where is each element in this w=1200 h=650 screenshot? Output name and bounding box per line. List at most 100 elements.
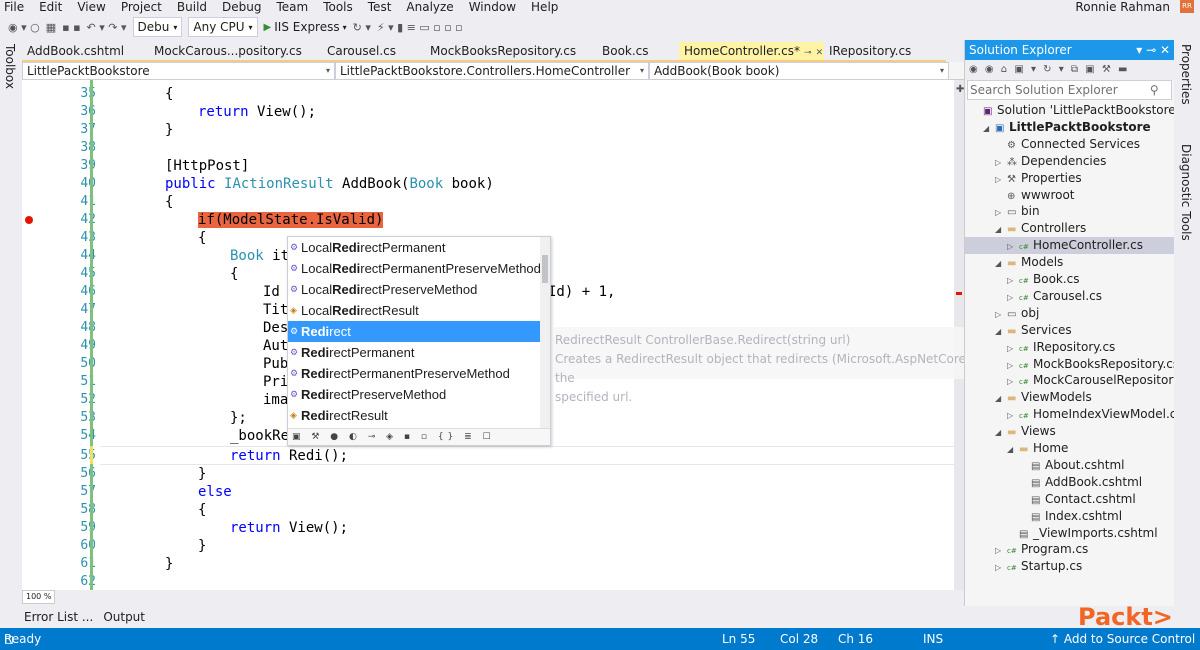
completion-item[interactable]: ⚙ LocalRedirectPreserveMethod [288,279,540,300]
tree-node[interactable]: ◢ ▣ LittlePacktBookstore [983,119,1151,136]
tree-node[interactable]: ▤ AddBook.cshtml [1019,474,1142,491]
run-button[interactable]: ▶ IIS Express ▾ [264,20,347,34]
tab-carousel[interactable]: Carousel.cs [322,42,425,60]
collapsed-arrow-icon[interactable]: ▷ [1007,357,1019,374]
panel-controls-icon[interactable]: ▾ ⊸ ✕ [1136,40,1170,60]
menu-debug[interactable]: Debug [222,0,261,14]
code-editor[interactable]: 35 36 37 38 39 40 41 42 43 44 45 46 47 4… [22,80,964,590]
collapsed-arrow-icon[interactable]: ▷ [995,559,1007,576]
completion-item[interactable]: ◈ LocalRedirectResult [288,300,540,321]
add-to-source-control-button[interactable]: ↑ Add to Source Control ▴ [1050,628,1200,650]
save-icon[interactable]: ▪ ▪ [62,21,80,34]
collapsed-arrow-icon[interactable]: ▷ [1007,373,1019,390]
intellisense-popup[interactable]: ⚙ LocalRedirectPermanent ⚙ LocalRedirectPe… [287,236,551,446]
error-marker[interactable] [956,292,962,295]
tree-node[interactable]: ▷ c# HomeController.cs [965,237,1174,255]
expanded-arrow-icon[interactable]: ◢ [995,323,1007,340]
collapsed-arrow-icon[interactable]: ▷ [995,204,1007,221]
tree-node[interactable]: ⊕ wwwroot [995,187,1075,204]
completion-item-selected[interactable]: ⚙ Redirect [288,321,540,342]
back-icon[interactable]: ◉ ▾ ○ [8,21,40,34]
collapsed-arrow-icon[interactable]: ▷ [995,171,1007,188]
expanded-arrow-icon[interactable]: ◢ [995,390,1007,407]
completion-item[interactable]: ⚙ RedirectPreserveMethod [288,384,540,405]
pin-icon[interactable]: ⊸ [804,48,812,58]
menu-build[interactable]: Build [177,0,207,14]
diagnostic-tools-tab[interactable]: Diagnostic Tools [1179,144,1193,241]
tree-node[interactable]: ◢ ▬ Controllers [995,220,1086,237]
tree-node[interactable]: ◢ ▬ ViewModels [995,389,1092,406]
completion-item[interactable]: ⚙ RedirectPermanent [288,342,540,363]
tree-node[interactable]: ◢ ▬ Home [1007,440,1068,457]
menu-help[interactable]: Help [531,0,558,14]
expanded-arrow-icon[interactable]: ◢ [983,120,995,137]
tab-irepository[interactable]: IRepository.cs [824,42,934,60]
tree-node[interactable]: ▣ Solution 'LittlePacktBookstore' (1 pr [971,102,1174,119]
completion-item[interactable]: ◈ RedirectResult [288,405,540,426]
tree-node[interactable]: ◢ ▬ Views [995,423,1056,440]
properties-tab[interactable]: Properties [1179,44,1193,105]
tab-homecontroller[interactable]: HomeController.cs* ⊸ ✕ [679,42,824,60]
tree-node[interactable]: ▤ _ViewImports.cshtml [1007,525,1158,542]
class-dropdown[interactable]: LittlePacktBookstore.Controllers.HomeCon… [335,62,649,80]
undo-icon[interactable]: ↶ ▾ ↷ ▾ [87,21,127,34]
collapsed-arrow-icon[interactable]: ▷ [995,306,1007,323]
menu-tools[interactable]: Tools [323,0,353,14]
tree-node[interactable]: ◢ ▬ Services [995,322,1072,339]
tab-error-list[interactable]: Error List ... [24,606,93,628]
tree-node[interactable]: ▷ c# Book.cs [1007,271,1080,288]
expanded-arrow-icon[interactable]: ◢ [1007,441,1019,458]
completion-item[interactable]: ⚙ RedirectPermanentPreserveMethod [288,363,540,384]
member-dropdown[interactable]: AddBook(Book book) ▾ [649,62,949,80]
tree-node[interactable]: ▤ Contact.cshtml [1019,491,1136,508]
user-avatar[interactable]: RR [1180,0,1194,13]
menu-analyze[interactable]: Analyze [406,0,453,14]
close-icon[interactable]: ✕ [816,48,824,58]
menu-window[interactable]: Window [469,0,516,14]
solution-explorer-toolbar[interactable]: ◉ ◉ ⌂ ▣ ▾ ↻ ▾ ⧉ ▣ ⚒ ▬ [965,60,1174,80]
tab-mockcarousel[interactable]: MockCarous...pository.cs [149,42,322,60]
menu-project[interactable]: Project [121,0,162,14]
completion-item[interactable]: ⚙ LocalRedirectPermanent [288,237,540,258]
misc-toolbar-icons[interactable]: ⚡ ▾ ▮ ≡ ▭ ▫ ▫ ▫ [377,21,463,34]
tree-node[interactable]: ▷ c# HomeIndexViewModel.cs [1007,406,1174,423]
completion-item[interactable]: ⚙ LocalRedirectPermanentPreserveMethod [288,258,541,279]
tree-node[interactable]: ▷ ▭ bin [995,203,1040,220]
tree-node[interactable]: ▷ c# Program.cs [995,541,1088,558]
collapsed-arrow-icon[interactable]: ▷ [1007,238,1019,255]
completion-scrollbar[interactable] [540,237,550,428]
user-name[interactable]: Ronnie Rahman [1075,0,1170,14]
menu-test[interactable]: Test [368,0,392,14]
tree-node[interactable]: ▷ c# MockBooksRepository.cs [1007,356,1174,373]
expanded-arrow-icon[interactable]: ◢ [995,424,1007,441]
collapsed-arrow-icon[interactable]: ▷ [995,542,1007,559]
tree-node[interactable]: ▷ ⁂ Dependencies [995,153,1106,170]
tab-output[interactable]: Output [103,606,145,628]
menu-view[interactable]: View [77,0,105,14]
solution-search-input[interactable]: Search Solution Explorer (Ctrl+;) ⚲ ▾ [967,80,1172,115]
expanded-arrow-icon[interactable]: ◢ [995,255,1007,272]
tree-node[interactable]: ▷c#MockCarouselRepository.cs [1007,372,1174,389]
tree-node[interactable]: ◢ ▬ Models [995,254,1063,271]
scrollbar-thumb[interactable] [542,255,548,283]
tree-node[interactable]: ▷ c# Startup.cs [995,558,1082,575]
collapsed-arrow-icon[interactable]: ▷ [1007,407,1019,424]
breakpoint-icon[interactable] [25,216,33,224]
tree-node[interactable]: ▷ c# IRepository.cs [1007,339,1115,356]
tree-node[interactable]: ▷ ⚒ Properties [995,170,1082,187]
zoom-level[interactable]: 100 % [22,590,56,604]
tab-book[interactable]: Book.cs [597,42,679,60]
expanded-arrow-icon[interactable]: ◢ [995,221,1007,238]
tree-node[interactable]: ▷ ▭ obj [995,305,1039,322]
split-icon[interactable]: ✚ [956,84,964,95]
tab-addbook[interactable]: AddBook.cshtml [22,42,149,60]
new-project-icon[interactable]: ▦ [46,21,56,34]
toolbox-strip[interactable]: Toolbox [0,40,22,628]
search-icon[interactable]: ⚲ ▾ [1150,81,1167,115]
collapsed-arrow-icon[interactable]: ▷ [1007,289,1019,306]
menu-file[interactable]: File [4,0,24,14]
project-dropdown[interactable]: LittlePacktBookstore ▾ [22,62,335,80]
tab-mockbooks[interactable]: MockBooksRepository.cs [425,42,597,60]
tree-node[interactable]: ▤ Index.cshtml [1019,508,1122,525]
toolbox-label[interactable]: Toolbox [3,44,17,89]
